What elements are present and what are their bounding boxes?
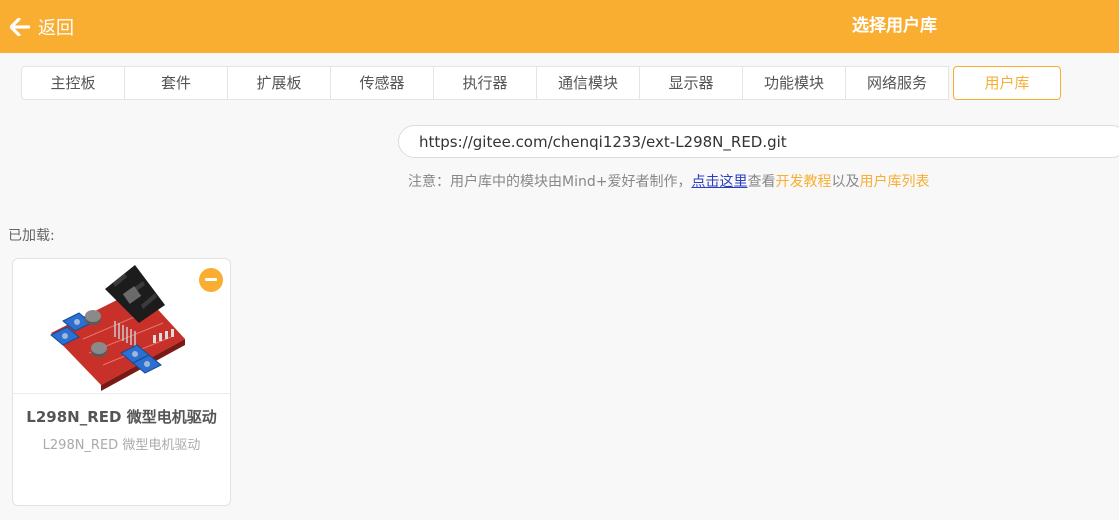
tab-sensor[interactable]: 传感器	[330, 66, 434, 100]
library-url-input[interactable]	[398, 125, 1119, 158]
l298n-board-image	[43, 261, 193, 391]
dev-tutorial-link[interactable]: 开发教程	[775, 174, 831, 190]
tab-expansion-board[interactable]: 扩展板	[227, 66, 331, 100]
tab-mainboard[interactable]: 主控板	[21, 66, 125, 100]
back-label: 返回	[38, 17, 74, 39]
category-tabs: 主控板 套件 扩展板 传感器 执行器 通信模块 显示器 功能模块 网络服务 用户…	[21, 66, 1061, 100]
user-library-list-link[interactable]: 用户库列表	[859, 174, 929, 190]
loaded-section-label: 已加载:	[8, 228, 55, 244]
page-title: 选择用户库	[852, 16, 937, 36]
library-note: 注意：用户库中的模块由Mind+爱好者制作，点击这里查看开发教程以及用户库列表	[408, 172, 929, 192]
card-title: L298N_RED 微型电机驱动	[26, 408, 217, 426]
tab-actuator[interactable]: 执行器	[433, 66, 537, 100]
remove-icon[interactable]	[199, 268, 223, 292]
tab-kit[interactable]: 套件	[124, 66, 228, 100]
arrow-left-icon	[10, 17, 30, 36]
tab-user-library[interactable]: 用户库	[953, 66, 1061, 100]
tab-display[interactable]: 显示器	[639, 66, 743, 100]
back-button[interactable]: 返回	[10, 0, 74, 53]
card-divider	[13, 393, 230, 394]
top-bar: 返回 选择用户库	[0, 0, 1119, 53]
tab-function-module[interactable]: 功能模块	[742, 66, 846, 100]
note-text-and: 以及	[831, 174, 860, 190]
tab-network-service[interactable]: 网络服务	[845, 66, 949, 100]
note-text-view: 查看	[747, 174, 776, 190]
click-here-link[interactable]: 点击这里	[691, 174, 747, 190]
tab-communication-module[interactable]: 通信模块	[536, 66, 640, 100]
card-subtitle: L298N_RED 微型电机驱动	[42, 438, 201, 453]
note-text: 注意：用户库中的模块由Mind+爱好者制作，	[408, 174, 692, 190]
library-card[interactable]: L298N_RED 微型电机驱动 L298N_RED 微型电机驱动	[12, 258, 231, 506]
